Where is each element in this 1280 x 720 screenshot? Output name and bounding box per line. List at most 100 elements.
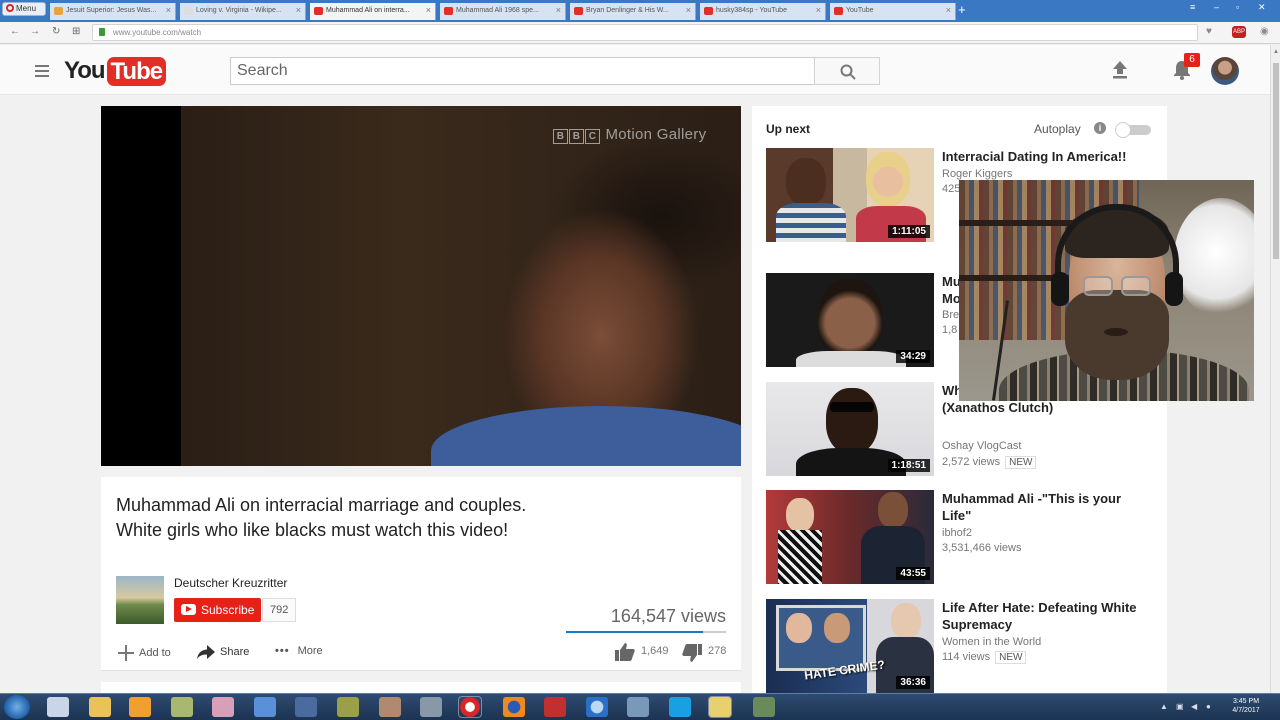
minimize-button[interactable]: – [1214, 2, 1219, 12]
browser-tab[interactable]: Loving v. Virginia - Wikipe... × [180, 3, 306, 20]
firefox-icon[interactable] [503, 697, 525, 717]
tab-close-icon[interactable]: × [556, 5, 561, 15]
subscribe-button[interactable]: Subscribe [174, 598, 262, 622]
app-icon[interactable] [544, 697, 566, 717]
search-button[interactable] [814, 57, 880, 85]
tray-volume-icon[interactable]: ◀ [1191, 702, 1197, 711]
folder-icon[interactable] [89, 697, 111, 717]
browser-tab[interactable]: Jesuit Superior: Jesus Was... × [50, 3, 176, 20]
browser-tab[interactable]: Muhammad Ali 1968 spe... × [440, 3, 566, 20]
close-window-button[interactable]: ✕ [1258, 2, 1266, 13]
add-to-button[interactable]: Add to [118, 645, 171, 661]
start-button[interactable] [4, 695, 30, 719]
tray-arrow-icon[interactable]: ▲ [1160, 702, 1168, 711]
video-thumbnail[interactable]: 1:11:05 [766, 148, 934, 242]
video-thumbnail[interactable]: 1:18:51 [766, 382, 934, 476]
heart-icon[interactable]: ♥ [1206, 26, 1212, 37]
tab-close-icon[interactable]: × [946, 5, 951, 15]
tab-close-icon[interactable]: × [296, 5, 301, 15]
tab-label: Jesuit Superior: Jesus Was... [66, 7, 157, 14]
video-thumbnail[interactable]: 34:29 [766, 273, 934, 367]
scrollbar-thumb[interactable] [1273, 63, 1279, 259]
video-thumbnail[interactable]: 43:55 [766, 490, 934, 584]
recommendation-title[interactable]: Muhammad Ali -"This is your Life" [942, 491, 1142, 524]
plus-icon [118, 645, 134, 661]
app-icon[interactable] [379, 697, 401, 717]
tab-favicon-icon [444, 7, 453, 15]
info-icon[interactable]: i [1094, 122, 1106, 134]
windows-taskbar: ▲ ▣ ◀ ● 3:45 PM 4/7/2017 [0, 693, 1280, 720]
app-icon[interactable] [171, 697, 193, 717]
browser-tab[interactable]: husky384sp - YouTube × [700, 3, 826, 20]
channel-thumbnail[interactable] [116, 576, 164, 624]
browser-tab[interactable]: Bryan Denlinger & His W... × [570, 3, 696, 20]
subscriber-count: 792 [262, 598, 297, 622]
app-icon[interactable] [753, 697, 775, 717]
tab-close-icon[interactable]: × [166, 5, 171, 15]
recommendation-views: 1,8... [942, 324, 958, 336]
app-icon[interactable] [337, 697, 359, 717]
thumbs-down-icon[interactable] [682, 644, 702, 662]
adblock-extension-icon[interactable]: ABP [1232, 26, 1246, 38]
browser-tab-bar: Menu Jesuit Superior: Jesus Was... × Lovin… [0, 0, 1280, 22]
forward-icon[interactable]: → [30, 26, 40, 37]
new-badge: NEW [1005, 456, 1037, 469]
more-actions-button[interactable]: ••• More [275, 645, 323, 657]
recommendation-channel: Oshay VlogCast [942, 440, 1022, 452]
url-field[interactable]: www.youtube.com/watch [92, 24, 1198, 41]
browser-icon[interactable] [586, 697, 608, 717]
download-status-icon[interactable]: ◉ [1260, 26, 1269, 37]
recommendation-channel: Women in the World [942, 636, 1042, 648]
guide-menu-icon[interactable] [35, 65, 49, 80]
browser-tab[interactable]: YouTube × [830, 3, 956, 20]
tray-network-icon[interactable]: ▣ [1176, 702, 1184, 711]
upload-icon[interactable] [1112, 61, 1128, 79]
recommendation-title[interactable]: Life After Hate: Defeating White Suprema… [942, 600, 1142, 633]
browser-tab[interactable]: Muhammad Ali on interra... × [310, 3, 436, 20]
app-icon[interactable] [708, 696, 732, 718]
maximize-button[interactable]: ▫ [1236, 2, 1239, 12]
tab-close-icon[interactable]: × [426, 5, 431, 15]
reload-icon[interactable]: ↻ [52, 26, 60, 37]
page-scrollbar[interactable]: ▲ [1270, 45, 1280, 693]
scroll-up-arrow-icon[interactable]: ▲ [1273, 49, 1279, 55]
video-subject-suit [431, 406, 741, 466]
mail-icon[interactable] [254, 697, 276, 717]
new-tab-button[interactable]: + [958, 2, 966, 17]
recommendation-item[interactable]: 43:55 Muhammad Ali -"This is your Life" … [766, 490, 1156, 584]
tab-list-icon[interactable]: ≡ [1190, 2, 1195, 12]
share-button[interactable]: Share [197, 645, 249, 659]
skype-icon[interactable] [669, 697, 691, 717]
tray-app-icon[interactable]: ● [1206, 702, 1211, 711]
autoplay-toggle[interactable] [1115, 122, 1151, 138]
media-player-icon[interactable] [129, 697, 151, 717]
person-mouth [1104, 328, 1128, 336]
photo-umbrella [1174, 198, 1254, 318]
paint-icon[interactable] [212, 697, 234, 717]
recommendation-title[interactable]: Interracial Dating In America!! [942, 149, 1142, 166]
tab-close-icon[interactable]: × [686, 5, 691, 15]
tab-close-icon[interactable]: × [816, 5, 821, 15]
youtube-logo[interactable]: You Tube [64, 56, 167, 86]
thumbs-up-icon[interactable] [615, 643, 635, 661]
webcam-app-icon[interactable] [295, 697, 317, 717]
new-badge: NEW [995, 651, 1027, 664]
back-icon[interactable]: ← [10, 26, 20, 37]
channel-name-link[interactable]: Deutscher Kreuzritter [174, 576, 287, 590]
up-next-heading: Up next [766, 122, 811, 136]
speed-dial-icon[interactable]: ⊞ [72, 26, 80, 37]
tab-favicon-icon [184, 7, 193, 15]
user-avatar[interactable] [1211, 57, 1239, 85]
app-icon[interactable] [420, 697, 442, 717]
opera-browser-icon[interactable] [458, 696, 482, 718]
app-icon[interactable] [627, 697, 649, 717]
explorer-icon[interactable] [47, 697, 69, 717]
browser-menu-button[interactable]: Menu [2, 2, 46, 16]
video-player[interactable]: BBC Motion Gallery [101, 106, 741, 466]
recommendation-item[interactable]: HATE CRIME? 36:36 Life After Hate: Defea… [766, 599, 1156, 693]
system-clock[interactable]: 3:45 PM 4/7/2017 [1226, 697, 1266, 715]
tab-favicon-icon [704, 7, 713, 15]
search-input[interactable] [230, 57, 815, 85]
video-thumbnail[interactable]: HATE CRIME? 36:36 [766, 599, 934, 693]
tab-favicon-icon [574, 7, 583, 15]
